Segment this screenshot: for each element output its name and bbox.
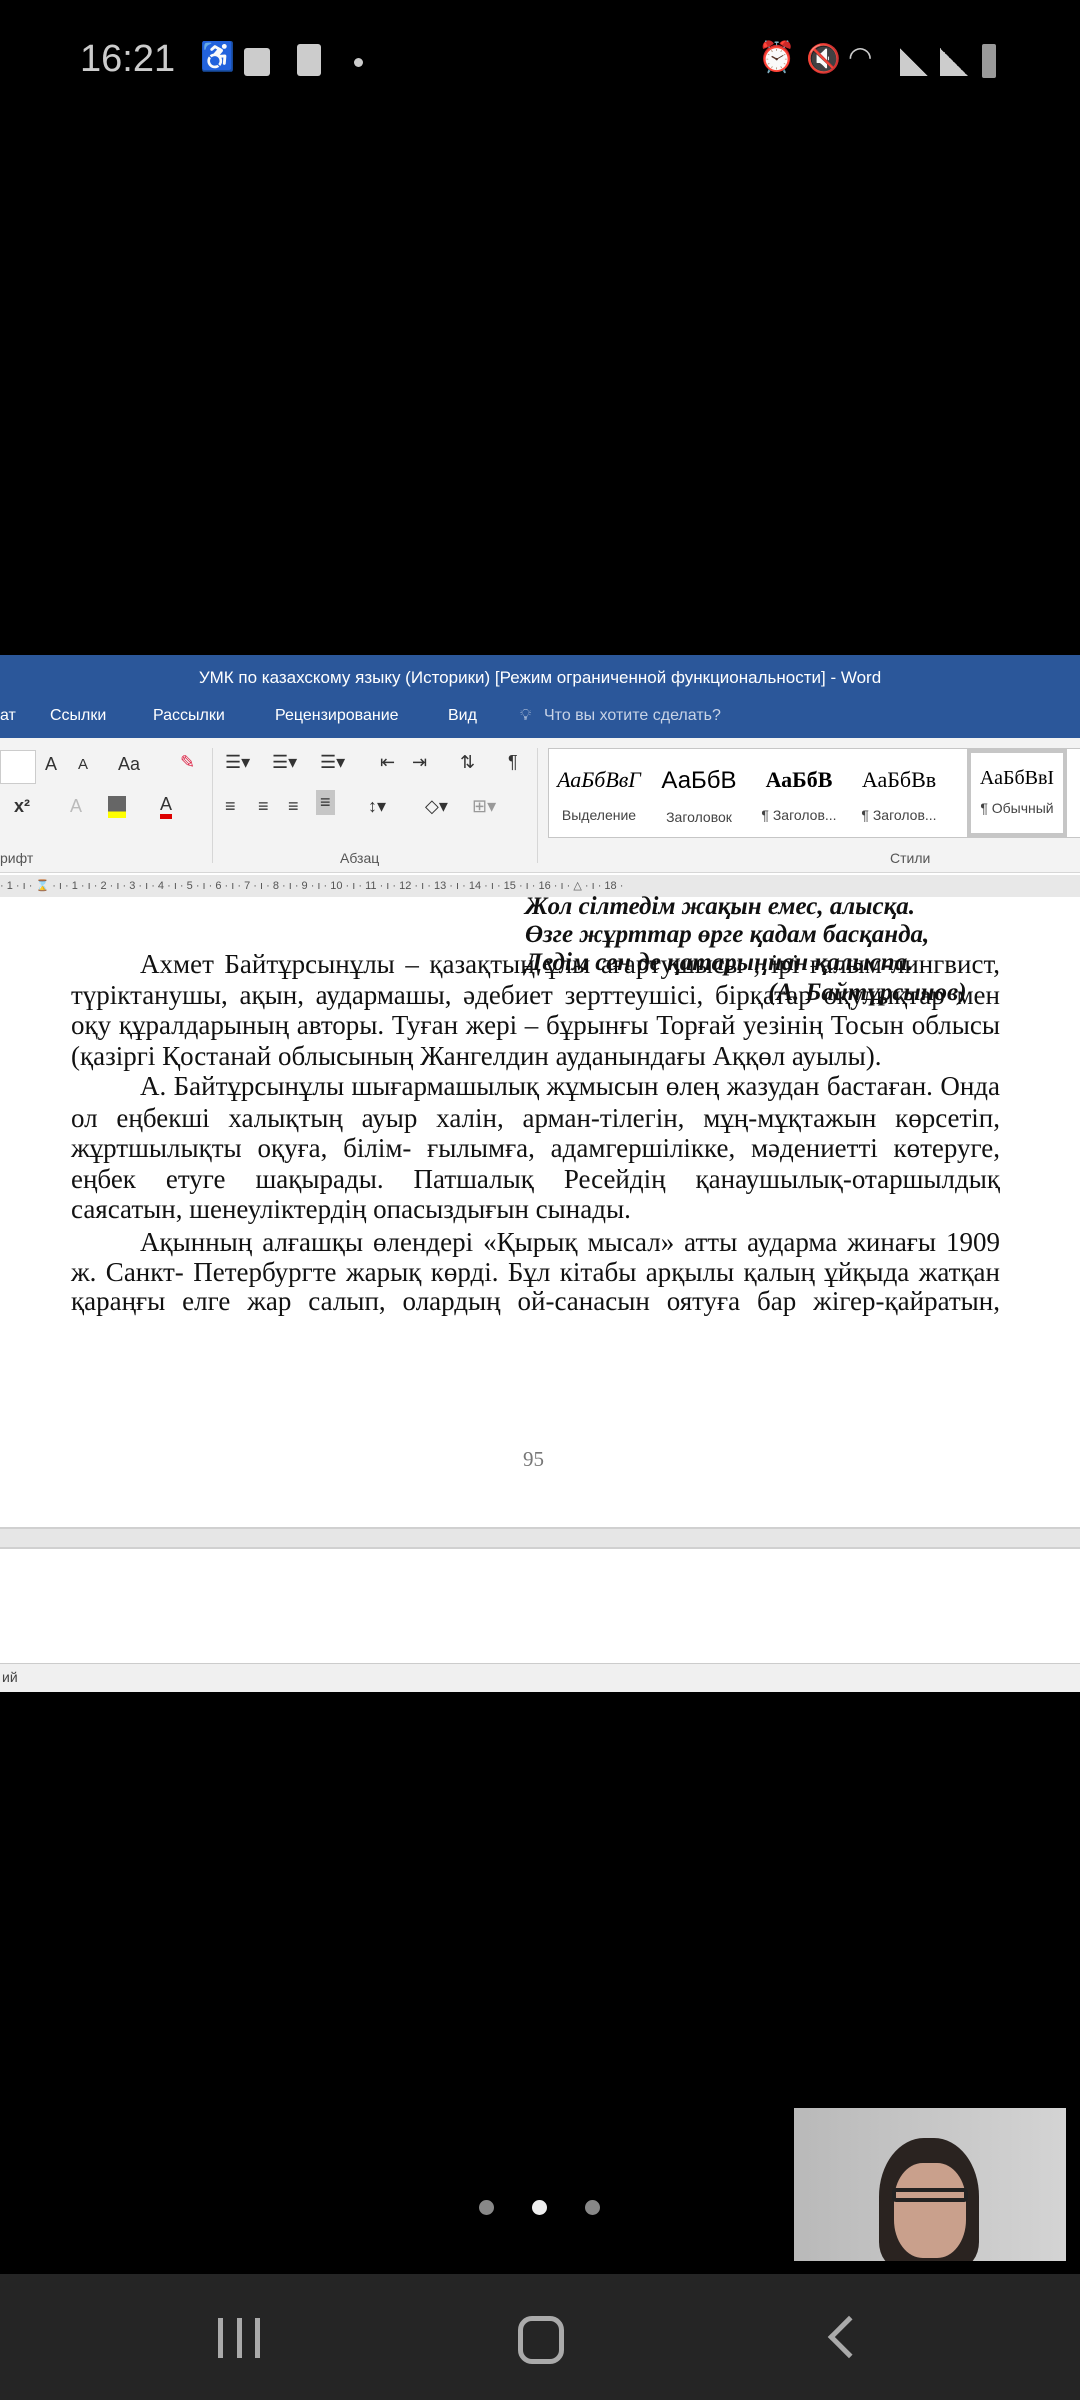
accessibility-icon: ♿ xyxy=(200,41,235,72)
poem-line: Өзге жұрттар өрге қадам басқанда, xyxy=(525,921,930,948)
screen-record-icon xyxy=(297,44,321,76)
lightbulb-icon: 💡︎ xyxy=(520,707,532,724)
change-case-button[interactable]: Aa xyxy=(118,754,140,775)
style-normal[interactable]: АаБбВвI ¶ Обычный xyxy=(967,749,1067,837)
grow-font-button[interactable]: A xyxy=(45,754,57,775)
tell-me-input[interactable]: Что вы хотите сделать? xyxy=(544,707,721,725)
poem-line: Жол сілтедім жақын емес, алысқа. xyxy=(525,893,916,920)
ribbon: A A Aa ✎ x² A A ☰▾ ☰▾ ☰▾ ⇤ ⇥ ⇅ ¶ ≡ ≡ ≡ ≡… xyxy=(0,738,1080,873)
font-size-select[interactable] xyxy=(0,750,36,784)
increase-indent-icon[interactable]: ⇥ xyxy=(412,752,427,773)
alarm-icon: ⏰ xyxy=(758,41,796,74)
notification-dot-icon xyxy=(354,58,363,67)
battery-charging-icon xyxy=(982,44,996,78)
style-sample: АаБбВ xyxy=(765,767,833,792)
back-button[interactable] xyxy=(827,2315,871,2359)
paragraph-line: ж. Санкт- Петербургте жарық көрді. Бұл к… xyxy=(71,1257,1000,1287)
participant-face xyxy=(894,2163,966,2258)
numbering-icon[interactable]: ☰▾ xyxy=(272,752,297,773)
tab-references[interactable]: Ссылки xyxy=(50,707,106,725)
paragraph-line: (қазіргі Қостанай облысының Жангелдин ау… xyxy=(71,1041,882,1071)
clock: 16:21 xyxy=(80,38,176,80)
text-effects-icon[interactable]: A xyxy=(70,796,82,817)
style-heading-1[interactable]: АаБбВ ¶ Заголов... xyxy=(749,749,849,837)
recent-apps-button[interactable] xyxy=(218,2318,260,2358)
shading-icon[interactable]: ◇▾ xyxy=(425,796,448,817)
style-sample: АаБбВв xyxy=(861,767,937,792)
word-window: УМК по казахскому языку (Историки) [Режи… xyxy=(0,655,1080,1692)
wifi-icon: ◠ xyxy=(848,41,873,72)
style-title[interactable]: АаБбВ Заголовок xyxy=(649,749,749,837)
tab-mailings[interactable]: Рассылки xyxy=(153,707,225,725)
word-status-bar: ий xyxy=(0,1663,1080,1692)
paragraph-line: оқу құралдарының авторы. Туған жері – бұ… xyxy=(71,1010,1000,1040)
style-label: Заголовок xyxy=(666,809,732,825)
folder-icon xyxy=(244,48,270,76)
style-label: Выделение xyxy=(561,807,637,823)
paragraph-line: қараңғы елге жар салып, олардың ой-санас… xyxy=(71,1286,1000,1316)
sort-icon[interactable]: ⇅ xyxy=(460,752,475,773)
style-label: ¶ Заголов... xyxy=(761,807,837,823)
borders-icon[interactable]: ⊞▾ xyxy=(472,796,496,817)
document-page: Жол сілтедім жақын емес, алысқа. Өзге жұ… xyxy=(0,893,1080,1527)
multilevel-list-icon[interactable]: ☰▾ xyxy=(320,752,345,773)
participant-video-thumbnail[interactable] xyxy=(794,2108,1066,2261)
glasses xyxy=(892,2188,968,2202)
superscript-button[interactable]: x² xyxy=(14,796,30,817)
justify-icon[interactable]: ≡ xyxy=(316,790,335,815)
group-label-paragraph: Абзац xyxy=(340,850,380,866)
align-center-icon[interactable]: ≡ xyxy=(258,796,269,817)
tab-format[interactable]: ат xyxy=(0,707,16,725)
show-marks-button[interactable]: ¶ xyxy=(508,752,518,773)
paragraph-line: түріктанушы, ақын, аудармашы, әдебиет зе… xyxy=(71,980,1000,1010)
page-indicator-dot[interactable] xyxy=(585,2200,600,2215)
title-bar: УМК по казахскому языку (Историки) [Режи… xyxy=(0,655,1080,738)
style-label: ¶ Заголов... xyxy=(861,807,937,823)
styles-gallery: АаБбВвГ Выделение АаБбВ Заголовок АаБбВ ¶ З… xyxy=(548,748,1080,838)
paragraph-line: А. Байтұрсынұлы шығармашылық жұмысын өле… xyxy=(140,1071,1000,1101)
style-sample: АаБбВвI xyxy=(979,767,1055,789)
bullets-icon[interactable]: ☰▾ xyxy=(225,752,250,773)
paragraph-line: еңбек етуге шақырады. Патшалық Ресейдің … xyxy=(71,1164,1000,1194)
tab-review[interactable]: Рецензирование xyxy=(275,707,399,725)
clear-formatting-icon[interactable]: ✎ xyxy=(180,752,195,773)
style-sample: АаБбВвГ xyxy=(557,767,641,792)
style-sample: АаБбВ xyxy=(661,767,737,794)
next-page xyxy=(0,1549,1080,1663)
align-left-icon[interactable]: ≡ xyxy=(225,796,236,817)
group-label-font: рифт xyxy=(0,850,34,866)
home-button[interactable] xyxy=(518,2316,564,2364)
font-color-icon[interactable]: A xyxy=(160,794,173,819)
paragraph-line: ол еңбекші халықтың ауыр халін, арман-ті… xyxy=(71,1103,1000,1133)
style-heading-2[interactable]: АаБбВв ¶ Заголов... xyxy=(849,749,949,837)
shrink-font-button[interactable]: A xyxy=(78,756,88,773)
signal-icon xyxy=(940,48,968,76)
signal-icon xyxy=(900,48,928,76)
page-indicator-dot-active[interactable] xyxy=(532,2200,547,2215)
navigation-bar xyxy=(0,2274,1080,2400)
style-emphasis[interactable]: АаБбВвГ Выделение xyxy=(549,749,649,837)
page-number: 95 xyxy=(523,1447,544,1471)
style-label: ¶ Обычный xyxy=(980,800,1054,816)
paragraph-line: Ахмет Байтұрсынұлы – қазақтың ұлы ағарту… xyxy=(140,949,1000,979)
paragraph-line: саясатын, шенеуліктердің опасыздығын сын… xyxy=(71,1194,631,1224)
window-title: УМК по казахскому языку (Историки) [Режи… xyxy=(198,668,882,687)
decrease-indent-icon[interactable]: ⇤ xyxy=(380,752,395,773)
tab-view[interactable]: Вид xyxy=(448,707,477,725)
divider xyxy=(537,748,538,863)
page-break-gap xyxy=(0,1527,1080,1549)
highlight-icon[interactable] xyxy=(108,796,126,818)
divider xyxy=(212,748,213,863)
mute-icon: 🔇 xyxy=(806,43,841,74)
status-bar: 16:21 ♿ ⏰ 🔇 ◠ xyxy=(0,0,1080,120)
group-label-styles: Стили xyxy=(890,850,931,866)
paragraph-line: Ақынның алғашқы өлендері «Қырық мысал» а… xyxy=(140,1227,1000,1257)
line-spacing-icon[interactable]: ↕▾ xyxy=(368,796,386,817)
align-right-icon[interactable]: ≡ xyxy=(288,796,299,817)
paragraph-line: жұртшылықты оқуға, білім- ғылымға, адамг… xyxy=(71,1133,1000,1163)
page-indicator-dot[interactable] xyxy=(479,2200,494,2215)
